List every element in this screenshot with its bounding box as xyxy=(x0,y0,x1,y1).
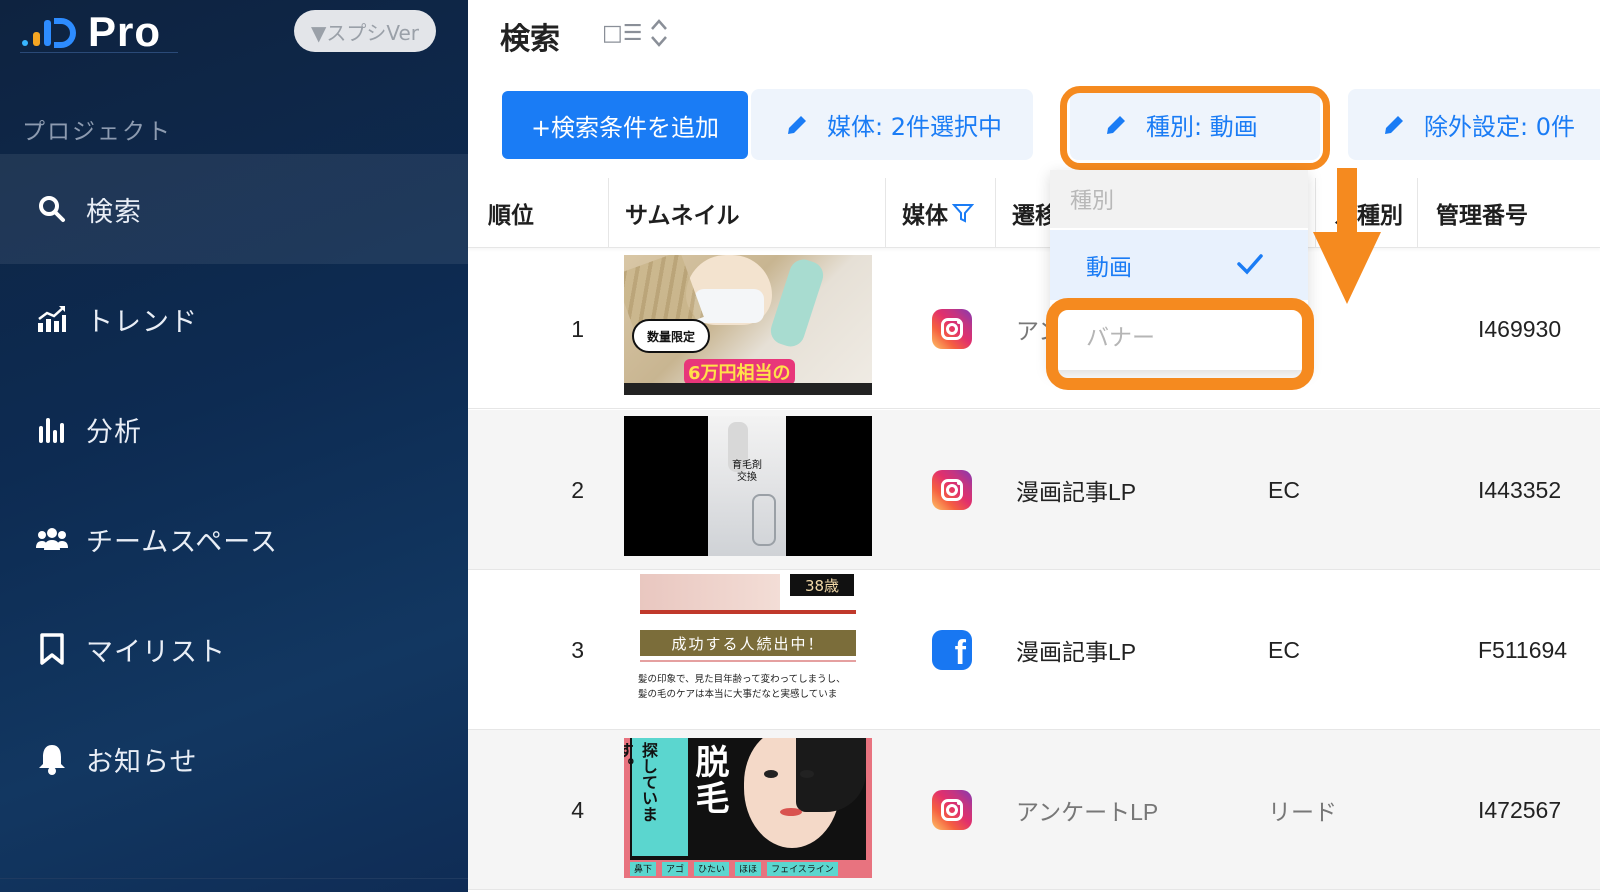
column-header-id[interactable]: 管理番号 xyxy=(1418,178,1600,248)
id-cell: F511694 xyxy=(1478,636,1568,663)
instagram-icon xyxy=(932,790,972,830)
sidebar-item-search[interactable]: 検索 xyxy=(0,154,468,264)
thumb-caption: 脱毛 xyxy=(689,744,729,816)
trend-chart-icon xyxy=(36,303,68,335)
rank-cell: 1 xyxy=(571,315,584,342)
thumb-caption: 成功する人続出中！ xyxy=(640,630,856,656)
app-root: Pro ▼スプシVer プロジェクト 検索 トレンド 分析 チームスペース マイ… xyxy=(0,0,1600,892)
instagram-icon xyxy=(932,470,972,510)
pencil-icon xyxy=(788,115,806,134)
facebook-icon: f xyxy=(932,630,972,670)
thumb-caption: 6万円相当の xyxy=(684,359,795,385)
thumbnail-image[interactable]: 数量限定 6万円相当の xyxy=(624,255,872,395)
sidebar-item-trend[interactable]: トレンド xyxy=(0,264,468,374)
checkmark-icon xyxy=(1237,254,1263,275)
bar-chart-icon xyxy=(36,413,68,445)
search-icon xyxy=(36,193,68,225)
table-row[interactable]: 4 探しています。 脱毛 鼻下 アゴ ひたい ほほ フェイスライン アンケートL… xyxy=(468,730,1600,890)
filter-label: 除外設定: 0件 xyxy=(1424,113,1575,141)
thumbnail-image[interactable]: 探しています。 脱毛 鼻下 アゴ ひたい ほほ フェイスライン xyxy=(624,738,872,878)
logo-divider xyxy=(20,52,178,53)
id-cell: I443352 xyxy=(1478,476,1562,503)
bookmark-icon xyxy=(36,633,68,665)
table-row[interactable]: 2 育毛剤 交換 漫画記事LP EC I443352 xyxy=(468,410,1600,570)
thumb-caption: 探しています。 xyxy=(624,742,658,822)
thumbnail-image[interactable]: 育毛剤 交換 xyxy=(624,416,872,556)
column-header-thumbnail[interactable]: サムネイル xyxy=(609,178,886,248)
sidebar-item-notifications[interactable]: お知らせ xyxy=(0,704,468,814)
annotation-arrow-icon xyxy=(1313,232,1381,304)
media-cell xyxy=(924,410,980,570)
thumbnail-image[interactable]: 38歳 成功する人続出中！ 髪の印象で、見た目年齢って変わってしまうし、 髪の毛… xyxy=(624,574,872,710)
sidebar-item-label: マイリスト xyxy=(86,636,226,668)
team-icon xyxy=(36,523,68,555)
id-cell: I469930 xyxy=(1478,315,1562,342)
sidebar-item-label: お知らせ xyxy=(86,746,198,778)
thumb-caption: ひたい xyxy=(694,862,730,876)
page-title: 検索 xyxy=(500,22,560,57)
transition-cell: 漫画記事LP xyxy=(1016,639,1137,665)
rank-cell: 3 xyxy=(571,636,584,663)
thumb-caption: 髪の印象で、見た目年齢って変わってしまうし、 xyxy=(638,674,846,685)
section-label: プロジェクト xyxy=(22,119,172,145)
thumb-caption: 交換 xyxy=(737,472,757,483)
app-logo[interactable]: Pro xyxy=(20,8,161,56)
dropdown-option-video[interactable]: 動画 xyxy=(1050,230,1308,300)
table-header: 順位 サムネイル 媒体 遷移先 ル種別 管理番号 xyxy=(468,178,1600,248)
table-row[interactable]: 1 数量限定 6万円相当の アンケ I469930 xyxy=(468,249,1600,409)
instagram-icon xyxy=(932,309,972,349)
sort-updown-icon xyxy=(650,19,667,47)
column-header-rank[interactable]: 順位 xyxy=(468,178,609,248)
rank-cell: 2 xyxy=(571,476,584,503)
table-row[interactable]: 3 38歳 成功する人続出中！ 髪の印象で、見た目年齢って変わってしまうし、 髪… xyxy=(468,570,1600,730)
thumb-caption: 髪の毛のケアは本当に大事だなと実感していま xyxy=(638,689,838,700)
dropdown-header: 種別 xyxy=(1050,170,1308,228)
filter-exclude-chip[interactable]: 除外設定: 0件 xyxy=(1348,89,1600,160)
sidebar-item-label: トレンド xyxy=(86,306,198,338)
thumb-caption: アゴ xyxy=(662,862,689,876)
sidebar-item-mylist[interactable]: マイリスト xyxy=(0,594,468,704)
column-header-media[interactable]: 媒体 xyxy=(886,178,996,248)
highlight-frame xyxy=(1046,298,1314,390)
transition-cell: アンケートLP xyxy=(1016,799,1159,825)
sidebar-divider xyxy=(0,878,468,879)
bell-icon xyxy=(36,743,68,775)
thumb-caption: 育毛剤 xyxy=(732,460,762,471)
rank-cell: 4 xyxy=(571,796,584,823)
media-cell: f xyxy=(924,570,980,730)
thumb-caption: 38歳 xyxy=(790,574,854,596)
sidebar-item-label: 検索 xyxy=(86,196,142,228)
sidebar: Pro ▼スプシVer プロジェクト 検索 トレンド 分析 チームスペース マイ… xyxy=(0,0,468,892)
main-content: 検索 □☰ +検索条件を追加 媒体: 2件選択中 種別: 動画 除外設定: 0件… xyxy=(468,0,1600,892)
pencil-icon xyxy=(1385,115,1403,134)
sidebar-item-analysis[interactable]: 分析 xyxy=(0,374,468,484)
view-mode-icon: □☰ xyxy=(602,20,643,46)
type-cell: EC xyxy=(1268,476,1300,503)
type-cell: リード xyxy=(1268,799,1337,825)
column-header-label: 媒体 xyxy=(902,203,948,229)
sidebar-item-label: 分析 xyxy=(86,416,142,448)
annotation-arrow-shaft xyxy=(1337,168,1357,234)
brand-name: Pro xyxy=(88,8,162,55)
highlight-frame xyxy=(1060,86,1330,170)
thumb-caption: フェイスライン xyxy=(767,862,838,876)
media-cell xyxy=(924,730,980,890)
sidebar-item-teamspace[interactable]: チームスペース xyxy=(0,484,468,594)
filter-funnel-icon[interactable] xyxy=(952,202,974,224)
version-badge[interactable]: ▼スプシVer xyxy=(294,10,436,52)
add-condition-button[interactable]: +検索条件を追加 xyxy=(502,91,748,159)
transition-cell: 漫画記事LP xyxy=(1016,479,1137,505)
thumb-caption: 鼻下 xyxy=(630,862,657,876)
media-cell xyxy=(924,249,980,409)
filter-media-chip[interactable]: 媒体: 2件選択中 xyxy=(751,89,1033,160)
filter-label: 媒体: 2件選択中 xyxy=(827,113,1002,141)
thumb-caption: ほほ xyxy=(735,862,762,876)
id-cell: I472567 xyxy=(1478,796,1562,823)
option-label: 動画 xyxy=(1086,255,1132,281)
view-toggle[interactable]: □☰ xyxy=(602,16,669,50)
thumb-caption: 数量限定 xyxy=(632,319,710,353)
logo-mark-icon xyxy=(20,12,78,52)
sidebar-item-label: チームスペース xyxy=(86,526,278,558)
type-cell: EC xyxy=(1268,636,1300,663)
